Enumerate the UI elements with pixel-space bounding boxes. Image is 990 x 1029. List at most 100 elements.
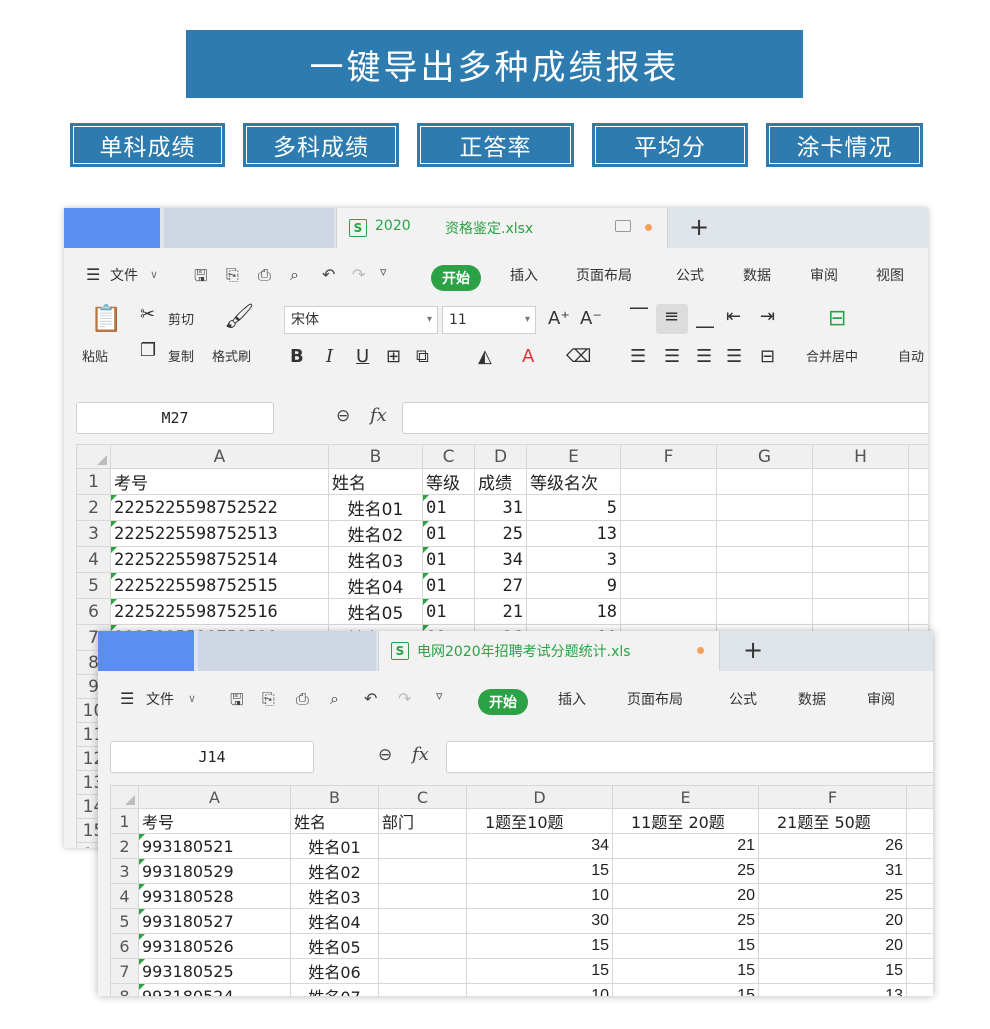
table-cell[interactable]: 15 [612,958,759,984]
table-cell[interactable]: 27 [474,572,527,599]
single-subject-button[interactable]: 单科成绩 [70,123,225,167]
bold-icon[interactable]: B [290,346,304,367]
italic-icon[interactable]: I [326,346,333,367]
table-cell[interactable]: 部门 [378,808,467,834]
menu-page-layout[interactable]: 页面布局 [576,265,632,285]
col-header[interactable]: F [758,785,907,809]
table-cell[interactable]: 姓名06 [290,958,379,984]
row-number[interactable]: 1 [76,468,111,495]
row-number[interactable]: 4 [110,883,139,909]
paste-icon[interactable]: 📋 [90,304,122,334]
auto-wrap-button[interactable]: 自动 [898,346,924,365]
table-cell[interactable]: 34 [466,833,613,859]
home-tab[interactable] [64,208,160,248]
table-cell[interactable]: 21题至 50题 [758,808,907,834]
table-cell[interactable]: 等级名次 [526,468,621,495]
col-header[interactable]: G [716,444,813,469]
menu-data[interactable]: 数据 [798,689,826,709]
table-cell[interactable] [378,908,467,934]
save-icon[interactable]: 🖫 [194,265,208,292]
row-number[interactable]: 3 [110,858,139,884]
correct-rate-button[interactable]: 正答率 [417,123,574,167]
table-cell[interactable]: 25 [474,520,527,547]
menu-formula[interactable]: 公式 [676,265,704,285]
table-cell[interactable]: 2225225598752522 [110,494,329,521]
print-icon[interactable]: ⎙ [296,689,309,709]
document-tab[interactable]: S 电网2020年招聘考试分题统计.xls [378,631,720,671]
table-cell[interactable] [908,520,928,547]
table-cell[interactable] [812,468,909,495]
table-cell[interactable]: 姓名05 [328,598,423,625]
hamburger-icon[interactable]: ☰ [120,689,134,708]
align-left-icon[interactable]: ☰ [630,346,646,367]
copy-button[interactable]: 复制 [168,346,194,365]
table-cell[interactable]: 姓名07 [290,983,379,996]
table-cell[interactable] [620,494,717,521]
paste-button[interactable]: 粘贴 [82,346,108,365]
table-cell[interactable] [906,808,933,834]
table-cell[interactable]: 姓名05 [290,933,379,959]
col-header[interactable]: C [378,785,467,809]
select-all-corner[interactable] [76,444,111,469]
col-header[interactable]: H [812,444,909,469]
new-tab-plus-icon[interactable]: + [743,636,763,664]
underline-icon[interactable]: U [356,346,369,367]
fx-icon[interactable]: fx [370,405,387,426]
table-cell[interactable] [378,933,467,959]
table-cell[interactable]: 13 [526,520,621,547]
row-number[interactable]: 7 [110,958,139,984]
font-color-icon[interactable]: A [522,346,534,367]
cut-icon[interactable]: ✂ [140,304,155,325]
table-cell[interactable]: 18 [526,598,621,625]
table-cell[interactable]: 01 [422,520,475,547]
decrease-font-icon[interactable]: A⁻ [580,308,602,329]
table-cell[interactable]: 25 [758,883,907,909]
table-cell[interactable] [906,958,933,984]
chevron-down-icon[interactable]: ∨ [150,268,158,281]
menu-start[interactable]: 开始 [478,689,528,715]
align-center-icon[interactable]: ☰ [664,346,680,367]
table-cell[interactable]: 姓名01 [290,833,379,859]
table-cell[interactable]: 15 [466,958,613,984]
align-right-icon[interactable]: ☰ [696,346,712,367]
table-cell[interactable]: 25 [612,908,759,934]
table-cell[interactable]: 20 [612,883,759,909]
menu-file[interactable]: 文件 [146,689,174,709]
table-cell[interactable] [812,598,909,625]
table-cell[interactable] [620,572,717,599]
export-icon[interactable]: ⎘ [226,265,239,285]
col-header[interactable]: E [612,785,759,809]
row-number[interactable]: 3 [76,520,111,547]
card-status-button[interactable]: 涂卡情况 [766,123,923,167]
more-dropdown-icon[interactable]: ▿ [380,265,387,280]
row-number[interactable]: 6 [76,598,111,625]
copy-icon[interactable]: ❐ [140,340,156,361]
format-painter-button[interactable]: 格式刷 [212,346,251,365]
table-cell[interactable]: 21 [612,833,759,859]
table-cell[interactable] [620,598,717,625]
table-cell[interactable]: 31 [758,858,907,884]
more-dropdown-icon[interactable]: ▿ [436,689,443,704]
col-header[interactable]: E [526,444,621,469]
table-cell[interactable]: 10 [466,983,613,996]
zoom-icon[interactable]: ⊖ [378,745,392,765]
fill-color-icon[interactable]: ◭ [478,346,492,367]
fx-icon[interactable]: fx [412,744,429,765]
table-cell[interactable]: 15 [466,858,613,884]
table-cell[interactable] [906,933,933,959]
table-cell[interactable]: 3 [526,546,621,573]
table-cell[interactable]: 26 [758,833,907,859]
table-cell[interactable] [906,908,933,934]
table-cell[interactable]: 姓名03 [328,546,423,573]
print-preview-icon[interactable]: ⌕ [290,265,299,285]
decrease-indent-icon[interactable]: ⇤ [726,306,741,327]
increase-indent-icon[interactable]: ⇥ [760,306,775,327]
table-cell[interactable]: 01 [422,598,475,625]
average-score-button[interactable]: 平均分 [592,123,748,167]
table-cell[interactable]: 姓名04 [328,572,423,599]
table-cell[interactable]: 考号 [110,468,329,495]
table-cell[interactable]: 姓名03 [290,883,379,909]
print-preview-icon[interactable]: ⌕ [330,689,339,709]
table-cell[interactable] [620,520,717,547]
merge-center-button[interactable]: 合并居中 [806,346,858,365]
